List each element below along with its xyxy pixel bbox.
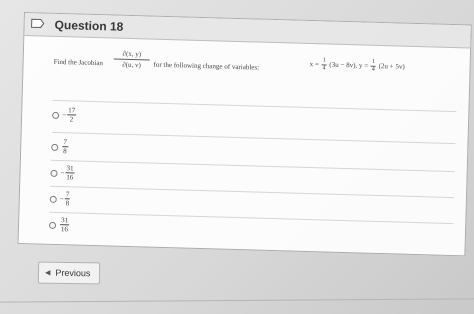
answer-option-1[interactable]: − 17 2	[52, 106, 453, 141]
previous-button[interactable]: ◀ Previous	[37, 261, 101, 285]
option-denominator: 8	[63, 147, 67, 156]
option-numerator: 17	[67, 106, 77, 116]
question-title: Question 18	[54, 17, 124, 34]
option-value: − 17 2	[62, 106, 77, 124]
eq-y-coefficient: 1 4	[370, 58, 377, 74]
radio-button[interactable]	[49, 195, 57, 203]
change-of-variables: x = 1 4 (3u − 8v), y = 1 4 (2u + 5v)	[309, 57, 405, 75]
option-fraction: 7 8	[64, 190, 71, 208]
radio-button[interactable]	[48, 221, 57, 229]
eq-x-coef-num: 1	[321, 57, 327, 66]
radio-button[interactable]	[50, 169, 58, 177]
option-sign: −	[60, 168, 65, 177]
option-numerator: 31	[60, 216, 70, 226]
option-value: − 31 16	[60, 164, 75, 182]
option-fraction: 31 16	[60, 216, 70, 234]
option-sign: −	[59, 194, 64, 203]
flag-icon[interactable]	[31, 17, 45, 29]
previous-label: Previous	[55, 267, 91, 279]
eq-x-rhs: (3u − 8v),	[329, 60, 358, 70]
option-denominator: 8	[65, 199, 70, 208]
jacobian-denominator: ∂(u, v)	[122, 60, 141, 70]
eq-y-rhs: (2u + 5v)	[378, 62, 405, 71]
eq-x-lhs: x =	[309, 60, 319, 69]
question-card: Question 18 Find the Jacobian ∂(x, y) ∂(…	[17, 12, 472, 257]
eq-y-coef-num: 1	[370, 58, 377, 67]
question-header: Question 18	[24, 13, 471, 49]
option-value: 7 8	[61, 138, 68, 155]
page-background: Question 18 Find the Jacobian ∂(x, y) ∂(…	[0, 0, 474, 314]
footer-divider	[0, 298, 474, 303]
option-numerator: 7	[62, 138, 68, 148]
jacobian-fraction: ∂(x, y) ∂(u, v)	[113, 49, 150, 70]
eq-y-lhs: y =	[358, 61, 369, 70]
radio-button[interactable]	[52, 111, 60, 120]
question-prompt: Find the Jacobian ∂(x, y) ∂(u, v) for th…	[53, 44, 464, 89]
eq-x-coef-den: 4	[322, 65, 326, 72]
option-numerator: 31	[65, 164, 75, 174]
chevron-left-icon: ◀	[44, 269, 51, 277]
option-value: − 7 8	[60, 190, 71, 207]
option-fraction: 31 16	[65, 164, 75, 182]
option-numerator: 7	[64, 190, 71, 200]
option-fraction: 7 8	[62, 138, 68, 155]
eq-y-coef-den: 4	[371, 66, 375, 73]
prompt-text-left: Find the Jacobian	[53, 57, 104, 68]
option-sign: −	[62, 110, 67, 119]
eq-x-coefficient: 1 4	[321, 57, 327, 72]
option-value: 31 16	[59, 216, 70, 234]
option-fraction: 17 2	[67, 106, 77, 124]
radio-button[interactable]	[51, 143, 59, 152]
option-denominator: 16	[66, 173, 74, 182]
prompt-text-right: for the following change of variables:	[153, 60, 260, 72]
option-denominator: 2	[69, 115, 74, 124]
option-denominator: 16	[60, 225, 69, 234]
